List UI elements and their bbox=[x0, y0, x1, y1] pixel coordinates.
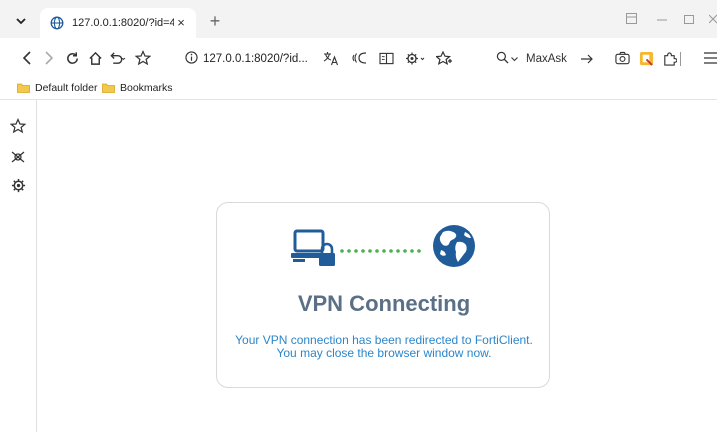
extension-tools-button[interactable] bbox=[404, 47, 426, 69]
tab-strip: 127.0.0.1:8020/?id=4-22 × + bbox=[0, 0, 717, 38]
vpn-illustration bbox=[289, 223, 479, 271]
favorites-add-button[interactable] bbox=[433, 47, 455, 69]
translate-button[interactable] bbox=[320, 47, 342, 69]
connection-dots bbox=[339, 243, 429, 257]
gear-eye-icon bbox=[405, 51, 425, 66]
favorite-button[interactable] bbox=[132, 47, 154, 69]
gear-icon bbox=[11, 178, 26, 196]
folder-icon bbox=[17, 83, 30, 93]
reload-button[interactable] bbox=[61, 47, 83, 69]
info-icon[interactable] bbox=[185, 51, 203, 67]
folder-icon bbox=[102, 83, 115, 93]
page-title: VPN Connecting bbox=[297, 291, 471, 316]
globe-icon bbox=[50, 16, 64, 30]
status-message: Your VPN connection has been redirected … bbox=[217, 334, 551, 360]
screenshot-button[interactable] bbox=[611, 47, 633, 69]
bookmark-label: Bookmarks bbox=[120, 82, 173, 94]
reload-icon bbox=[65, 51, 80, 66]
address-url[interactable]: 127.0.0.1:8020/?id... bbox=[203, 53, 308, 65]
star-icon bbox=[135, 50, 151, 66]
search-icon bbox=[496, 51, 509, 67]
side-tools-button[interactable] bbox=[9, 149, 27, 167]
book-icon bbox=[378, 52, 394, 65]
chevron-down-icon bbox=[16, 14, 26, 28]
laptop-lock-icon bbox=[289, 229, 337, 272]
extension-badge-icon bbox=[639, 51, 654, 66]
reading-mode-button[interactable] bbox=[375, 47, 397, 69]
undo-close-button[interactable] bbox=[106, 47, 128, 69]
star-add-icon bbox=[436, 50, 452, 66]
extensions-menu-button[interactable] bbox=[658, 47, 680, 69]
menu-button[interactable] bbox=[700, 47, 717, 69]
side-settings-button[interactable] bbox=[9, 178, 27, 196]
bookmark-label: Default folder bbox=[35, 82, 98, 94]
star-icon bbox=[9, 117, 27, 137]
home-icon bbox=[88, 51, 103, 66]
translate-icon bbox=[323, 51, 339, 66]
minimize-icon[interactable] bbox=[657, 12, 667, 27]
forward-button[interactable] bbox=[38, 47, 60, 69]
chevron-right-icon bbox=[44, 51, 54, 65]
tab-title: 127.0.0.1:8020/?id=4-22 bbox=[72, 17, 174, 29]
puzzle-icon bbox=[662, 51, 677, 66]
back-button[interactable] bbox=[16, 47, 38, 69]
search-engine-dropdown-icon[interactable] bbox=[511, 53, 518, 65]
tab-active[interactable]: 127.0.0.1:8020/?id=4-22 × bbox=[40, 8, 196, 38]
navigation-toolbar: 127.0.0.1:8020/?id... MaxAsk bbox=[0, 38, 717, 78]
chevron-left-icon bbox=[22, 51, 32, 65]
search-engine-name: MaxAsk bbox=[526, 53, 567, 65]
tab-list-menu-button[interactable] bbox=[8, 10, 34, 32]
maximize-icon[interactable] bbox=[684, 12, 694, 27]
tab-actions-icon[interactable] bbox=[626, 12, 637, 27]
bookmarks-bar: Default folder Bookmarks bbox=[0, 78, 717, 100]
undo-icon bbox=[108, 51, 126, 66]
hamburger-icon bbox=[704, 52, 717, 64]
read-aloud-button[interactable] bbox=[348, 47, 370, 69]
tools-icon bbox=[10, 150, 26, 167]
tab-close-button[interactable]: × bbox=[174, 16, 188, 30]
bookmark-folder-bookmarks[interactable]: Bookmarks bbox=[102, 82, 173, 94]
search-box[interactable]: MaxAsk bbox=[496, 47, 604, 71]
new-tab-button[interactable]: + bbox=[204, 11, 226, 33]
close-window-icon[interactable] bbox=[708, 12, 717, 27]
search-go-icon[interactable] bbox=[580, 52, 593, 67]
camera-icon bbox=[614, 51, 630, 65]
globe-icon bbox=[431, 223, 477, 272]
page-content: VPN Connecting Your VPN connection has b… bbox=[38, 101, 717, 432]
side-favorites-button[interactable] bbox=[9, 117, 27, 137]
vpn-status-card: VPN Connecting Your VPN connection has b… bbox=[216, 202, 550, 388]
side-panel bbox=[0, 100, 37, 432]
read-aloud-icon bbox=[351, 51, 367, 65]
home-button[interactable] bbox=[84, 47, 106, 69]
toolbar-separator bbox=[680, 52, 681, 66]
status-message-line-2: You may close the browser window now. bbox=[276, 346, 492, 360]
bookmark-folder-default[interactable]: Default folder bbox=[17, 82, 97, 94]
extension-button[interactable] bbox=[635, 47, 657, 69]
